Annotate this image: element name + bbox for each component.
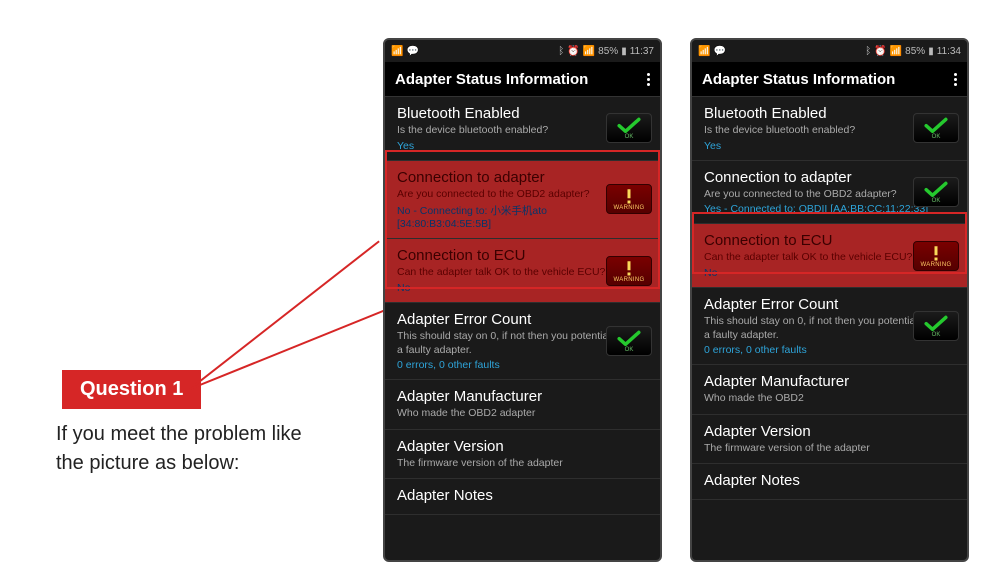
bluetooth-icon: ᛒ [558,46,564,57]
row-value: 0 errors, 0 other faults [397,359,650,371]
notification-icon: 📶 [391,46,403,57]
row-title: Adapter Manufacturer [397,388,650,405]
row-value: 0 errors, 0 other faults [704,344,957,356]
row-subtitle: The firmware version of the adapter [397,457,650,471]
warning-badge-icon: WARNING [913,241,959,271]
page-title: Adapter Status Information [702,71,895,88]
callout-line-2 [190,302,404,390]
status-row[interactable]: Connection to ECUCan the adapter talk OK… [692,224,967,288]
status-bar-left-icons: 📶 💬 [698,46,726,57]
status-row[interactable]: Adapter Manufacturer Who made the OBD2 ad… [385,380,660,430]
ok-badge-icon: OK [913,311,959,341]
status-row[interactable]: Bluetooth EnabledIs the device bluetooth… [692,97,967,161]
status-row[interactable]: Adapter Notes [692,464,967,500]
clock: 11:34 [937,46,961,57]
status-row[interactable]: Adapter Version The firmware version of t… [692,415,967,465]
alarm-icon: ⏰ [874,46,886,57]
battery-icon: ▮ [928,46,934,57]
row-title: Adapter Notes [704,472,957,489]
row-subtitle: Who made the OBD2 [704,392,957,406]
status-bar-right-icons: ᛒ ⏰ 📶 85% ▮ 11:34 [865,46,961,57]
row-title: Adapter Version [704,423,957,440]
signal-icon: 📶 [583,46,595,57]
status-row[interactable]: Adapter Notes [385,479,660,515]
callout-line-1 [189,240,379,389]
status-row[interactable]: Adapter Version The firmware version of t… [385,430,660,480]
row-title: Adapter Version [397,438,650,455]
canvas: Question 1 If you meet the prob­lem like… [0,0,1000,579]
ok-badge-icon: OK [606,113,652,143]
question-badge: Question 1 [62,370,201,409]
bluetooth-icon: ᛒ [865,46,871,57]
row-title: Adapter Manufacturer [704,373,957,390]
row-subtitle: The firmware version of the adapter [704,442,957,456]
warning-badge-icon: WARNING [606,256,652,286]
status-bar: 📶 💬 ᛒ ⏰ 📶 85% ▮ 11:37 [385,40,660,62]
question-description: If you meet the prob­lem like the pictur… [56,420,306,478]
status-bar: 📶 💬 ᛒ ⏰ 📶 85% ▮ 11:34 [692,40,967,62]
overflow-menu-icon[interactable] [954,73,957,86]
battery-percent: 85% [905,46,925,57]
status-row[interactable]: Connection to adapterAre you connected t… [692,161,967,225]
battery-icon: ▮ [621,46,627,57]
ok-badge-icon: OK [606,326,652,356]
warning-badge-icon: WARNING [606,184,652,214]
chat-icon: 💬 [713,46,725,57]
status-row[interactable]: Connection to ECUCan the adapter talk OK… [385,239,660,303]
chat-icon: 💬 [406,46,418,57]
notification-icon: 📶 [698,46,710,57]
status-bar-right-icons: ᛒ ⏰ 📶 85% ▮ 11:37 [558,46,654,57]
overflow-menu-icon[interactable] [647,73,650,86]
status-row[interactable]: Adapter Error CountThis should stay on 0… [385,303,660,380]
row-subtitle: Who made the OBD2 adapter [397,407,650,421]
status-row[interactable]: Adapter Error CountThis should stay on 0… [692,288,967,365]
status-list[interactable]: Bluetooth EnabledIs the device bluetooth… [692,97,967,561]
phone-left: 📶 💬 ᛒ ⏰ 📶 85% ▮ 11:37 Adapter Status Inf… [383,38,662,562]
clock: 11:37 [630,46,654,57]
status-row[interactable]: Connection to adapterAre you connected t… [385,161,660,240]
status-row[interactable]: Bluetooth EnabledIs the device bluetooth… [385,97,660,161]
battery-percent: 85% [598,46,618,57]
page-title: Adapter Status Information [395,71,588,88]
ok-badge-icon: OK [913,113,959,143]
status-bar-left-icons: 📶 💬 [391,46,419,57]
status-row[interactable]: Adapter Manufacturer Who made the OBD2 [692,365,967,415]
phone-right: 📶 💬 ᛒ ⏰ 📶 85% ▮ 11:34 Adapter Status Inf… [690,38,969,562]
ok-badge-icon: OK [913,177,959,207]
status-list[interactable]: Bluetooth EnabledIs the device bluetooth… [385,97,660,561]
title-bar: Adapter Status Information [692,62,967,97]
row-title: Connection to adapter [397,169,650,186]
row-title: Adapter Notes [397,487,650,504]
signal-icon: 📶 [890,46,902,57]
alarm-icon: ⏰ [567,46,579,57]
title-bar: Adapter Status Information [385,62,660,97]
